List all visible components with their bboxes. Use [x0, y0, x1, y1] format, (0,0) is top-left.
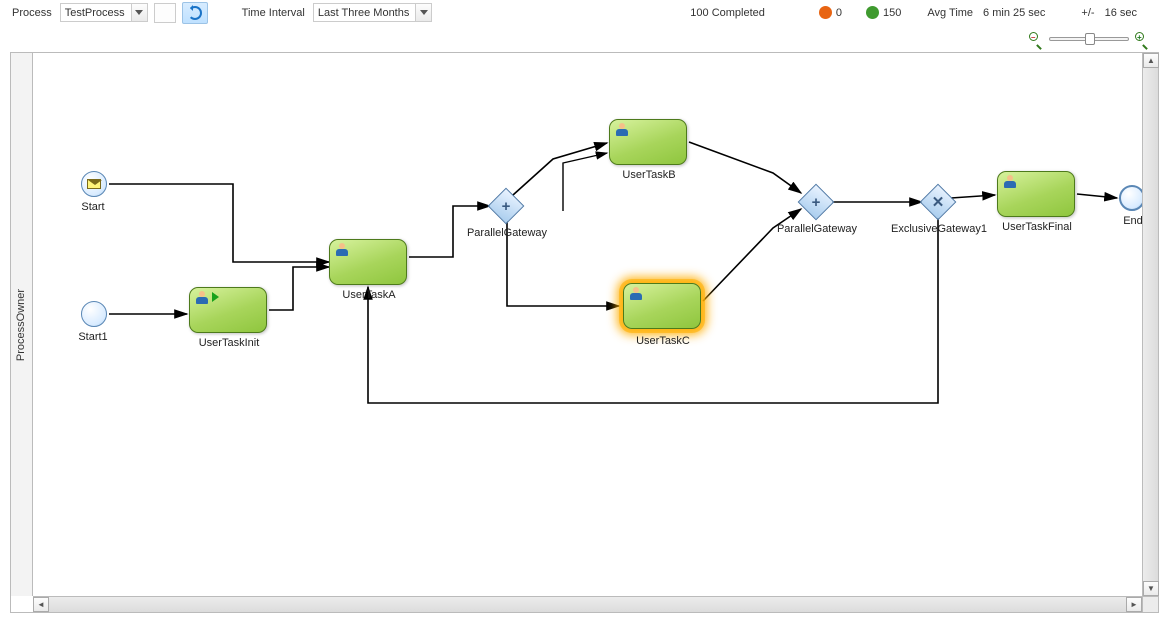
gateway-plus-icon: +	[804, 190, 828, 214]
vertical-scrollbar[interactable]: ▲ ▼	[1142, 53, 1158, 596]
task-usertaskc[interactable]	[623, 283, 701, 329]
avg-time-label: Avg Time	[925, 7, 975, 19]
task-usertaska-label: UserTaskA	[309, 289, 429, 301]
gateway-plus-icon: +	[494, 194, 518, 218]
gateway-parallel-1-label: ParallelGateway	[447, 227, 567, 239]
process-label: Process	[10, 7, 54, 19]
diagram-panel: ProcessOwner	[10, 52, 1159, 613]
zoom-slider[interactable]	[1049, 37, 1129, 41]
start-event-message[interactable]	[81, 171, 107, 197]
vertical-scroll-track[interactable]	[1143, 68, 1158, 581]
horizontal-scroll-track[interactable]	[49, 597, 1126, 612]
task-usertaskinit[interactable]	[189, 287, 267, 333]
task-usertaska[interactable]	[329, 239, 407, 285]
status-dot-green	[866, 6, 879, 19]
avg-time-value: 6 min 25 sec	[981, 7, 1047, 19]
status-green-count: 150	[883, 7, 901, 19]
process-select-value: TestProcess	[65, 7, 131, 19]
status-green: 150	[866, 6, 901, 19]
task-usertaskc-label: UserTaskC	[603, 335, 723, 347]
play-marker-icon	[212, 292, 219, 302]
status-red-count: 0	[836, 7, 842, 19]
gateway-x-icon: ✕	[926, 190, 950, 214]
interval-select-value: Last Three Months	[318, 7, 416, 19]
task-usertaskb-label: UserTaskB	[589, 169, 709, 181]
status-dot-red	[819, 6, 832, 19]
horizontal-scrollbar[interactable]: ◄ ►	[33, 596, 1142, 612]
dropdown-arrow-icon	[131, 4, 147, 21]
user-icon	[615, 123, 629, 137]
completed-count: 100 Completed	[688, 7, 767, 19]
refresh-button[interactable]	[182, 2, 208, 24]
task-usertaskfinal[interactable]	[997, 171, 1075, 217]
swimlane-name: ProcessOwner	[16, 288, 28, 360]
stddev-label: +/-	[1079, 7, 1096, 19]
start1-event-label: Start1	[33, 331, 153, 343]
stddev-value: 16 sec	[1103, 7, 1139, 19]
scrollbar-corner	[1142, 596, 1158, 612]
zoom-out-button[interactable]: –	[1029, 32, 1043, 46]
interval-label: Time Interval	[240, 7, 307, 19]
scroll-up-arrow-icon[interactable]: ▲	[1143, 53, 1159, 68]
process-select[interactable]: TestProcess	[60, 3, 148, 22]
user-icon	[629, 287, 643, 301]
diagram-canvas[interactable]: Start Start1 End UserTaskInit UserTaskA …	[33, 53, 1142, 596]
swimlane-header[interactable]: ProcessOwner	[11, 53, 33, 596]
zoom-slider-thumb[interactable]	[1085, 33, 1095, 45]
zoom-in-button[interactable]: +	[1135, 32, 1149, 46]
end-event[interactable]	[1119, 185, 1142, 211]
scroll-right-arrow-icon[interactable]: ►	[1126, 597, 1142, 612]
start-event[interactable]	[81, 301, 107, 327]
gateway-parallel-2-label: ParallelGateway	[757, 223, 877, 235]
zoom-bar: – +	[0, 28, 1169, 50]
user-icon	[195, 291, 209, 305]
status-red: 0	[819, 6, 842, 19]
scroll-left-arrow-icon[interactable]: ◄	[33, 597, 49, 612]
task-usertaskinit-label: UserTaskInit	[169, 337, 289, 349]
start-event-label: Start	[33, 201, 153, 213]
toolbar-button-blank[interactable]	[154, 3, 176, 23]
dropdown-arrow-icon	[415, 4, 431, 21]
interval-select[interactable]: Last Three Months	[313, 3, 433, 22]
task-usertaskb[interactable]	[609, 119, 687, 165]
scroll-down-arrow-icon[interactable]: ▼	[1143, 581, 1159, 596]
user-icon	[335, 243, 349, 257]
refresh-icon	[188, 6, 202, 20]
toolbar: Process TestProcess Time Interval Last T…	[0, 0, 1169, 28]
gateway-exclusive-1-label: ExclusiveGateway1	[879, 223, 999, 235]
message-icon	[87, 179, 101, 189]
user-icon	[1003, 175, 1017, 189]
